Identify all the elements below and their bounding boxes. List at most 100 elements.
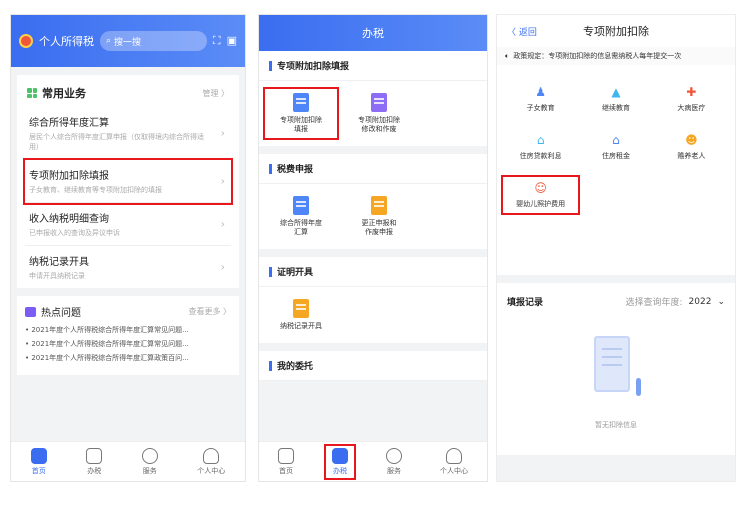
- tab-tax[interactable]: 办税: [80, 446, 108, 478]
- document-icon: [371, 196, 387, 215]
- section-title: 证明开具: [277, 268, 314, 278]
- chevron-right-icon: ›: [220, 217, 225, 231]
- person-icon: [446, 447, 462, 464]
- see-more-link[interactable]: 查看更多 〉: [188, 306, 231, 317]
- speaker-icon: 🔈︎: [505, 51, 510, 60]
- year-label: 选择查询年度:: [625, 298, 683, 308]
- special-deduction-section: 专项附加扣除填报 专项附加扣除 填报 专项附加扣除 修改和作废: [259, 51, 487, 146]
- business-item-desc: 已申报收入的查询及异议申诉: [29, 229, 120, 237]
- tab-label: 首页: [31, 466, 46, 475]
- tab-profile[interactable]: 个人中心: [434, 446, 474, 478]
- category-elderly-support[interactable]: ☻ 赡养老人: [654, 129, 729, 165]
- category-children-education[interactable]: ♟︎ 子女教育: [503, 81, 578, 117]
- common-business-title: 常用业务: [42, 87, 86, 100]
- document-icon: [371, 93, 387, 112]
- tab-label: 办税: [333, 466, 347, 475]
- person-icon: [203, 447, 220, 464]
- chevron-right-icon: ›: [220, 174, 225, 188]
- tab-label: 服务: [387, 466, 401, 475]
- certificate-section: 证明开具 纳税记录开具: [259, 257, 487, 343]
- item-label: 专项附加扣除 修改和作废: [358, 116, 400, 133]
- baby-icon: ☺: [534, 181, 547, 195]
- policy-notice: 🔈︎ 政策规定：专项附加扣除的信息需纳税人每年提交一次: [497, 47, 735, 65]
- tab-profile[interactable]: 个人中心: [191, 446, 231, 478]
- nav-bar: 〈 返回 专项附加扣除: [497, 15, 735, 47]
- special-deduction-modify-button[interactable]: 专项附加扣除 修改和作废: [343, 89, 415, 138]
- section-title: 我的委托: [277, 362, 314, 372]
- search-placeholder: 搜一搜: [114, 37, 142, 48]
- search-input[interactable]: ⌕ 搜一搜: [100, 31, 207, 51]
- tab-home[interactable]: 首页: [25, 446, 53, 478]
- heart-icon: [386, 447, 402, 464]
- children-icon: ♟︎: [535, 85, 547, 99]
- category-serious-illness[interactable]: ✚ 大病医疗: [654, 81, 729, 117]
- document-icon: [293, 196, 309, 215]
- item-label: 纳税记录开具: [280, 322, 322, 330]
- hot-questions-title: 热点问题: [41, 308, 81, 319]
- category-housing-loan[interactable]: ⌂ 住房贷款利息: [503, 129, 578, 165]
- business-item-tax-record[interactable]: 纳税记录开具 申请开具纳税记录 ›: [25, 246, 231, 288]
- section-title: 税费申报: [277, 165, 314, 175]
- business-item-title: 收入纳税明细查询: [29, 214, 109, 225]
- tab-service[interactable]: 服务: [380, 446, 408, 478]
- business-item-title: 综合所得年度汇算: [29, 118, 109, 129]
- tab-label: 个人中心: [440, 466, 468, 475]
- category-infant-care[interactable]: ☺ 婴幼儿照护费用: [500, 175, 581, 215]
- empty-document-illustration: [586, 336, 646, 406]
- hot-questions-card: 热点问题 查看更多 〉 • 2021年度个人所得税综合所得年度汇算常见问题...…: [17, 296, 239, 375]
- tab-label: 办税: [87, 466, 102, 475]
- tab-home[interactable]: 首页: [272, 446, 300, 478]
- special-deduction-screen: 〈 返回 专项附加扣除 🔈︎ 政策规定：专项附加扣除的信息需纳税人每年提交一次 …: [496, 14, 736, 482]
- document-icon: [86, 447, 103, 464]
- annual-settlement-button[interactable]: 综合所得年度 汇算: [265, 192, 337, 241]
- chat-icon: [25, 306, 36, 317]
- bottom-tab-bar: 首页 办税 服务 个人中心: [11, 441, 245, 481]
- page-title: 办税: [259, 15, 487, 51]
- medical-kit-icon: ✚: [686, 85, 697, 99]
- scan-icon[interactable]: ⛶: [213, 34, 221, 48]
- correct-filing-button[interactable]: 更正申报和 作废申报: [343, 192, 415, 241]
- tab-service[interactable]: 服务: [136, 446, 164, 478]
- business-item-special-deduction[interactable]: 专项附加扣除填报 子女教育、继续教育等专项附加扣除的填报 ›: [23, 158, 233, 205]
- graduation-cap-icon: ▲: [611, 85, 621, 99]
- hot-question-item[interactable]: • 2021年度个人所得税综合所得年度汇算常见问题...: [25, 325, 231, 335]
- apps-grid-icon: [27, 88, 37, 98]
- business-item-annual-settlement[interactable]: 综合所得年度汇算 居民个人综合所得年度汇算申报（仅取得境内综合所得适用） ›: [25, 107, 231, 160]
- elderly-icon: ☻: [685, 133, 698, 147]
- home-icon: [278, 447, 294, 464]
- bottom-spacer: [497, 455, 735, 481]
- business-item-title: 纳税记录开具: [29, 257, 89, 268]
- house-icon: ⌂: [612, 133, 620, 147]
- tax-record-button[interactable]: 纳税记录开具: [265, 295, 337, 335]
- document-edit-icon: [293, 93, 309, 112]
- deduction-category-grid: ♟︎ 子女教育 ▲ 继续教育 ✚ 大病医疗 ⌂ 住房贷款利息 ⌂ 住房租金 ☻ …: [497, 65, 735, 219]
- home-icon: [30, 447, 47, 464]
- item-label: 更正申报和 作废申报: [361, 219, 397, 236]
- category-continuing-education[interactable]: ▲ 继续教育: [578, 81, 653, 117]
- category-housing-rent[interactable]: ⌂ 住房租金: [578, 129, 653, 165]
- category-label: 子女教育: [526, 104, 555, 112]
- common-business-card: 常用业务 管理 〉 综合所得年度汇算 居民个人综合所得年度汇算申报（仅取得境内综…: [17, 75, 239, 288]
- chevron-right-icon: ›: [220, 126, 225, 140]
- tax-filing-section: 税费申报 综合所得年度 汇算 更正申报和 作废申报: [259, 154, 487, 249]
- tab-tax[interactable]: 办税: [324, 443, 356, 480]
- message-icon[interactable]: ▣: [227, 34, 237, 48]
- record-header: 填报记录 选择查询年度: 2022 ⌄: [497, 283, 735, 320]
- category-label: 住房贷款利息: [519, 152, 562, 160]
- delegation-section: 我的委托: [259, 351, 487, 381]
- category-label: 婴幼儿照护费用: [516, 200, 566, 208]
- manage-link[interactable]: 管理 〉: [202, 88, 229, 99]
- business-item-income-query[interactable]: 收入纳税明细查询 已申报收入的查询及异议申诉 ›: [25, 203, 231, 246]
- year-selector[interactable]: 选择查询年度: 2022 ⌄: [625, 295, 726, 309]
- search-icon: ⌕: [106, 36, 112, 46]
- home-screen: 个人所得税 ⌕ 搜一搜 ⛶ ▣ 常用业务 管理 〉 综合所得年度汇算 居民个人综…: [10, 14, 246, 482]
- app-title: 个人所得税: [39, 35, 94, 48]
- category-label: 赡养老人: [677, 152, 706, 160]
- hot-question-item[interactable]: • 2021年度个人所得税综合所得年度汇算常见问题...: [25, 339, 231, 349]
- notice-text: 政策规定：专项附加扣除的信息需纳税人每年提交一次: [513, 52, 682, 60]
- special-deduction-fill-button[interactable]: 专项附加扣除 填报: [263, 87, 339, 140]
- business-item-desc: 申请开具纳税记录: [29, 272, 85, 280]
- hot-question-item[interactable]: • 2021年度个人所得税综合所得年度汇算政策百问...: [25, 353, 231, 363]
- item-label: 综合所得年度 汇算: [280, 219, 322, 236]
- back-button[interactable]: 〈 返回: [507, 25, 537, 38]
